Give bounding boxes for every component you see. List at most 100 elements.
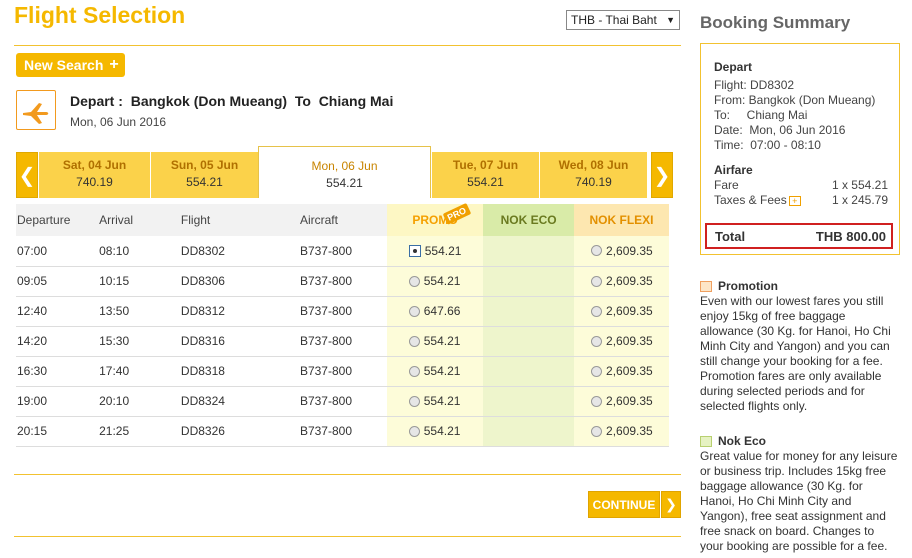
arrival-time: 17:40 [99, 356, 181, 387]
taxes-value: 1 x 245.79 [831, 193, 888, 207]
flexi-fare-cell[interactable]: 2,609.35 [574, 416, 669, 447]
promo-radio[interactable] [408, 365, 420, 377]
promo-price: 554.21 [423, 424, 461, 438]
flexi-fare-cell[interactable]: 2,609.35 [574, 236, 669, 267]
chevron-right-icon: ❯ [661, 491, 681, 518]
new-search-button[interactable]: New Search + [16, 53, 125, 77]
summary-date: Date: Mon, 06 Jun 2016 [714, 123, 846, 137]
flexi-price: 2,609.35 [606, 364, 653, 378]
promo-radio[interactable] [408, 275, 420, 287]
promo-price: 554.21 [424, 243, 462, 258]
origin: Bangkok (Don Mueang) [130, 93, 288, 109]
date-tab-sat[interactable]: Sat, 04 Jun 740.19 [38, 152, 150, 198]
col-promo: PROMO PRO [386, 203, 484, 236]
date-price: 740.19 [76, 175, 113, 189]
divider-bottom [14, 474, 681, 475]
promo-radio[interactable] [408, 425, 420, 437]
aircraft-type: B737-800 [299, 386, 368, 417]
flexi-fare-cell[interactable]: 2,609.35 [574, 326, 669, 357]
table-header-row: Departure Arrival Flight Aircraft PROMO P… [16, 203, 669, 236]
flexi-fare-cell[interactable]: 2,609.35 [574, 356, 669, 387]
departure-time: 09:05 [16, 266, 100, 297]
promo-price: 554.21 [423, 394, 461, 408]
departure-time: 14:20 [16, 326, 100, 357]
flexi-radio[interactable] [591, 365, 603, 377]
nok-eco-cell [483, 386, 575, 417]
fare-value: 1 x 554.21 [831, 178, 888, 192]
aircraft-type: B737-800 [299, 266, 368, 297]
flexi-radio[interactable] [591, 275, 603, 287]
promo-fare-cell[interactable]: 554.21 [386, 326, 484, 357]
flight-number: DD8318 [180, 356, 300, 387]
date-tab-mon[interactable]: Mon, 06 Jun 554.21 [258, 146, 431, 198]
taxes-label: Taxes & Fees [714, 193, 787, 207]
page-title: Flight Selection [14, 2, 186, 28]
flexi-radio[interactable] [591, 335, 603, 347]
currency-value: THB - Thai Baht [571, 13, 657, 27]
promo-fare-cell[interactable]: 554.21 [386, 236, 484, 267]
total-row: Total THB 800.00 [705, 223, 893, 249]
date-tab-tue[interactable]: Tue, 07 Jun 554.21 [431, 152, 539, 198]
arrival-time: 15:30 [99, 326, 181, 357]
arrival-time: 13:50 [99, 296, 181, 327]
summary-depart-head: Depart [714, 60, 753, 74]
nok-eco-cell [483, 356, 575, 387]
next-date-button[interactable]: ❯ [651, 152, 673, 198]
promo-radio[interactable] [408, 335, 420, 347]
continue-button[interactable]: CONTINUE ❯ [588, 491, 681, 518]
expand-taxes-icon[interactable]: + [788, 196, 801, 206]
promo-fare-cell[interactable]: 554.21 [386, 386, 484, 417]
flexi-radio[interactable] [591, 245, 603, 257]
summary-flight: Flight: DD8302 [714, 78, 795, 92]
flight-number: DD8326 [180, 416, 300, 447]
table-row: 16:30 17:40 DD8318 B737-800 554.21 2,609.35 [16, 356, 669, 387]
departure-time: 07:00 [16, 236, 100, 267]
flexi-price: 2,609.35 [606, 334, 653, 348]
flexi-price: 2,609.35 [606, 394, 653, 408]
table-row: 19:00 20:10 DD8324 B737-800 554.21 2,609.35 [16, 386, 669, 417]
arrival-time: 21:25 [99, 416, 181, 447]
spacer-cell [367, 266, 387, 297]
promo-price: 647.66 [423, 304, 461, 318]
depart-label: Depart [70, 93, 115, 109]
promo-fare-cell[interactable]: 554.21 [386, 356, 484, 387]
promo-fare-cell[interactable]: 647.66 [386, 296, 484, 327]
fare-label: Fare [714, 178, 739, 192]
flight-number: DD8312 [180, 296, 300, 327]
col-flight: Flight [180, 204, 300, 236]
table-row: 14:20 15:30 DD8316 B737-800 554.21 2,609.35 [16, 326, 669, 357]
flight-number: DD8306 [180, 266, 300, 297]
date-tab-sun[interactable]: Sun, 05 Jun 554.21 [150, 152, 258, 198]
promo-fare-cell[interactable]: 554.21 [386, 266, 484, 297]
date-strip: ❮ Sat, 04 Jun 740.19 Sun, 05 Jun 554.21 … [16, 146, 673, 198]
aircraft-type: B737-800 [299, 236, 368, 267]
summary-title: Booking Summary [700, 13, 851, 32]
flexi-fare-cell[interactable]: 2,609.35 [574, 386, 669, 417]
booking-summary: Depart Flight: DD8302 From: Bangkok (Don… [700, 43, 900, 255]
aircraft-type: B737-800 [299, 416, 368, 447]
flexi-radio[interactable] [591, 395, 603, 407]
prev-date-button[interactable]: ❮ [16, 152, 38, 198]
flexi-radio[interactable] [591, 425, 603, 437]
promo-fare-cell[interactable]: 554.21 [386, 416, 484, 447]
date-tab-wed[interactable]: Wed, 08 Jun 740.19 [539, 152, 647, 198]
col-departure: Departure [16, 204, 100, 236]
new-search-label: New Search [24, 57, 104, 73]
table-row: 07:00 08:10 DD8302 B737-800 554.21 2,609.35 [16, 236, 669, 267]
promo-radio[interactable] [408, 395, 420, 407]
flexi-fare-cell[interactable]: 2,609.35 [574, 296, 669, 327]
dropdown-arrow-icon: ▼ [666, 15, 675, 25]
plane-icon [16, 90, 56, 130]
departure-time: 20:15 [16, 416, 100, 447]
promo-radio[interactable] [408, 305, 420, 317]
flexi-radio[interactable] [591, 305, 603, 317]
flight-number: DD8302 [180, 236, 300, 267]
nok-eco-cell [483, 416, 575, 447]
flight-table: Departure Arrival Flight Aircraft PROMO P… [16, 203, 669, 447]
promo-price: 554.21 [423, 334, 461, 348]
promo-radio[interactable] [408, 244, 421, 257]
spacer-cell [367, 236, 387, 267]
currency-select[interactable]: THB - Thai Baht ▼ [566, 10, 680, 30]
nok-eco-info-head: Nok Eco [700, 434, 766, 448]
flexi-fare-cell[interactable]: 2,609.35 [574, 266, 669, 297]
